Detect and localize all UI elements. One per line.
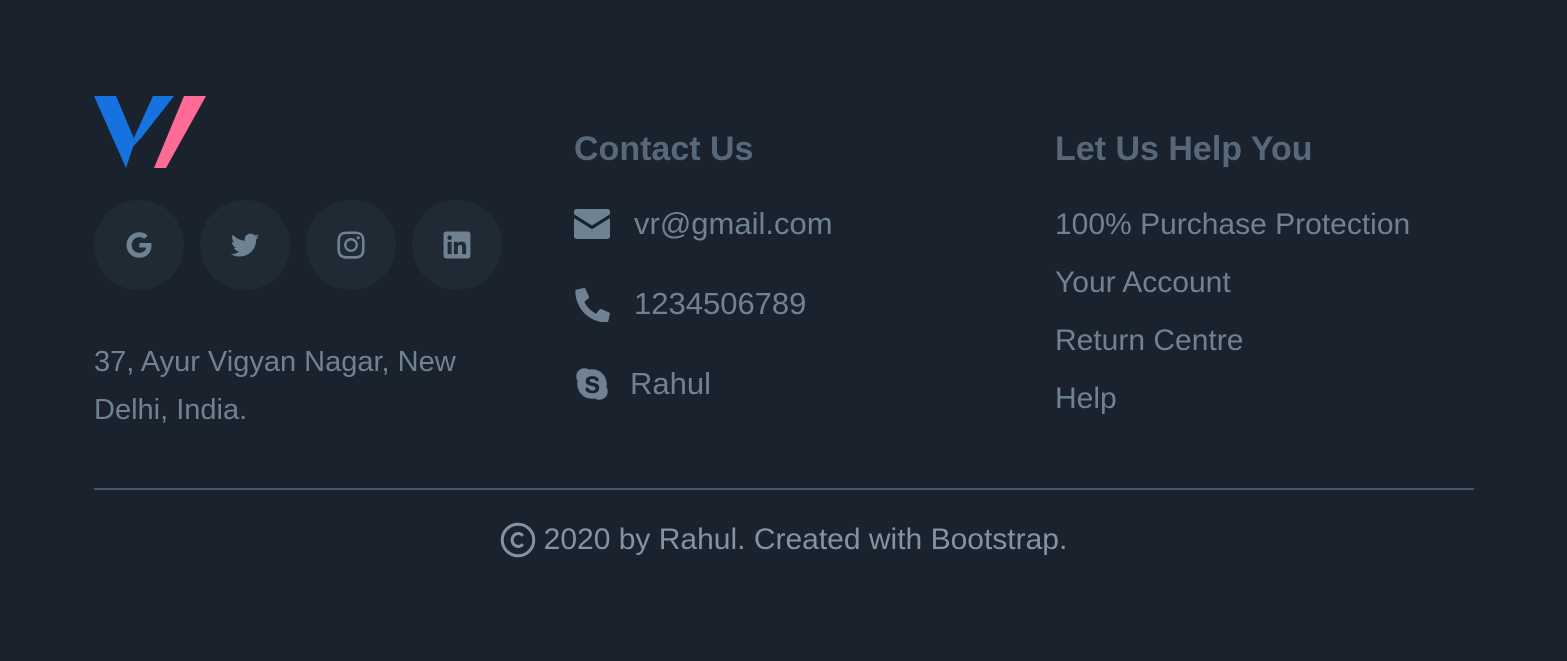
copyright-icon [500,522,535,558]
contact-skype[interactable]: Rahul [574,366,711,402]
envelope-icon [574,206,610,242]
help-heading: Let Us Help You [1055,130,1313,168]
instagram-button[interactable] [306,200,396,290]
google-button[interactable] [94,200,184,290]
phone-icon [574,286,610,322]
footer-divider [94,488,1474,490]
contact-phone[interactable]: 1234506789 [574,286,806,322]
link-help[interactable]: Help [1055,381,1117,417]
twitter-button[interactable] [200,200,290,290]
linkedin-button[interactable] [412,200,502,290]
link-purchase-protection[interactable]: 100% Purchase Protection [1055,207,1410,243]
contact-email[interactable]: vr@gmail.com [574,206,833,242]
google-icon [126,232,152,258]
linkedin-icon [443,231,471,259]
site-footer: 37, Ayur Vigyan Nagar, New Delhi, India.… [0,0,1567,661]
contact-heading: Contact Us [574,130,754,168]
skype-icon [574,366,610,402]
phone-text: 1234506789 [634,286,807,321]
brand-logo[interactable] [94,96,206,168]
link-your-account[interactable]: Your Account [1055,265,1231,301]
email-text: vr@gmail.com [634,206,833,241]
twitter-icon [230,233,260,257]
copyright-text: 2020 by Rahul. Created with Bootstrap. [543,523,1068,556]
link-return-centre[interactable]: Return Centre [1055,323,1243,359]
company-address: 37, Ayur Vigyan Nagar, New Delhi, India. [94,346,456,426]
instagram-icon [337,231,365,259]
copyright-line: 2020 by Rahul. Created with Bootstrap. [0,522,1567,558]
social-links [94,200,502,290]
skype-text: Rahul [630,366,711,401]
